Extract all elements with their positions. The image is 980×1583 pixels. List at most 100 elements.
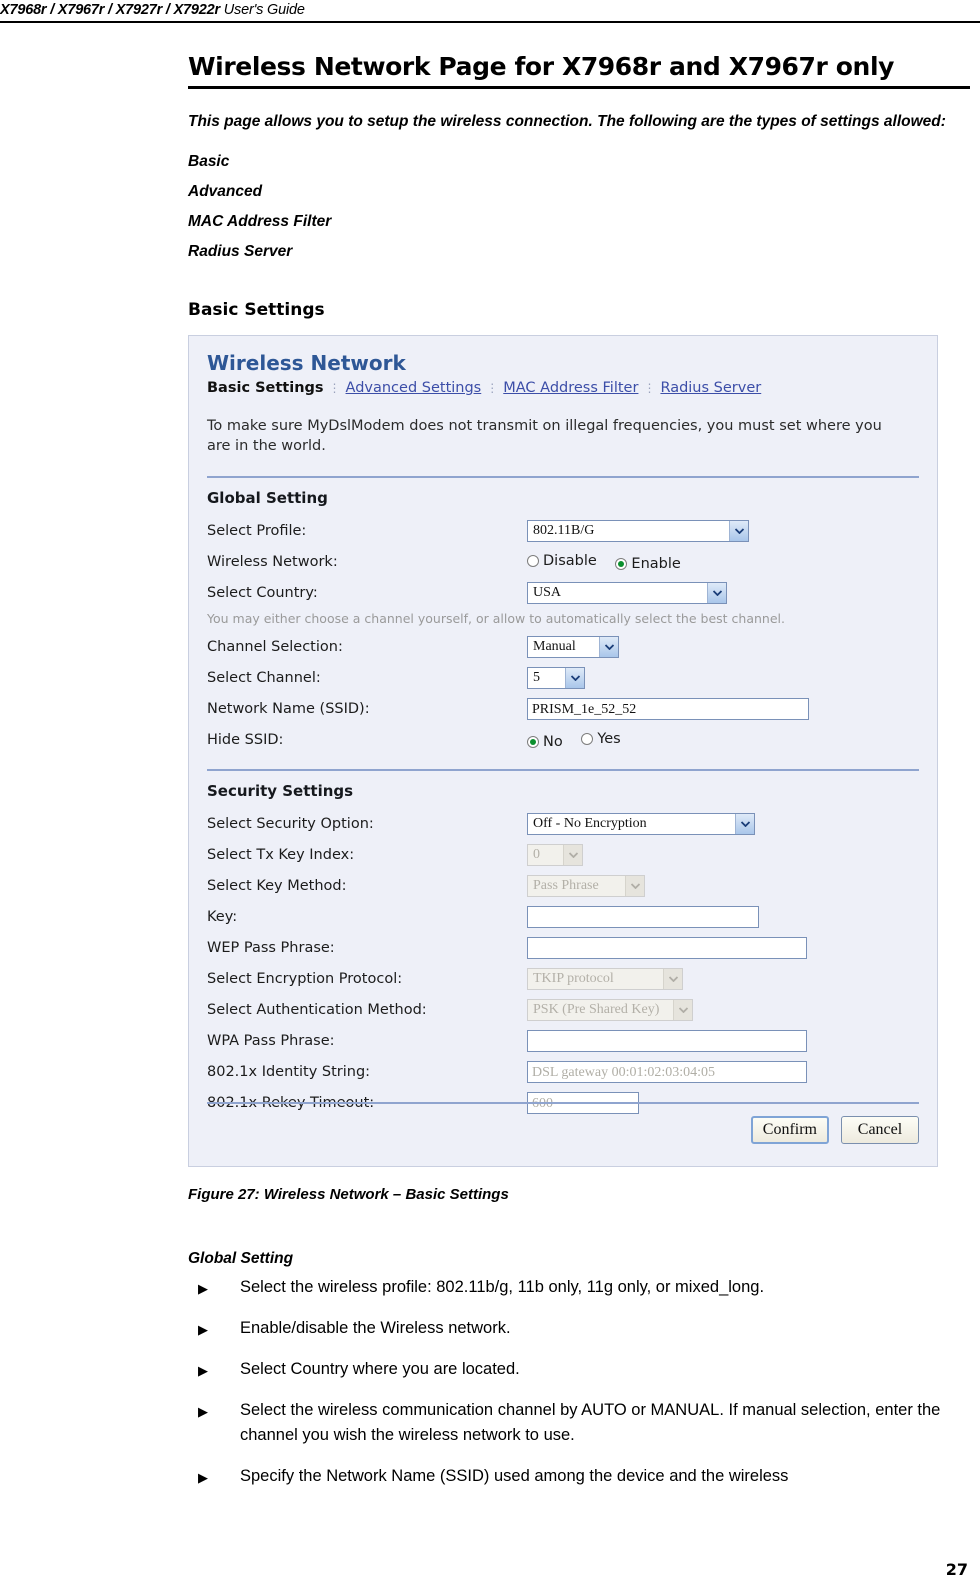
label-select-tx-key-index: Select Tx Key Index: [207, 847, 355, 863]
select-channel-dropdown[interactable]: 5 [527, 667, 585, 689]
label-key: Key: [207, 909, 238, 925]
router-screenshot-figure: Wireless Network Basic Settings ⋮ Advanced… [188, 335, 938, 1167]
select-key-method-value: Pass Phrase [533, 878, 599, 893]
cancel-button[interactable]: Cancel [841, 1116, 919, 1144]
figure-caption: Figure 27: Wireless Network – Basic Sett… [188, 1186, 509, 1203]
select-security-option-value: Off - No Encryption [533, 816, 647, 831]
select-encryption-protocol-dropdown[interactable]: TKIP protocol [527, 968, 683, 990]
radio-hide-ssid-no-label: No [543, 733, 563, 750]
header-divider [0, 21, 980, 23]
field-row-select-channel: Select Channel: 5 [207, 663, 919, 693]
settings-type-item: Advanced [188, 183, 263, 200]
select-encryption-protocol-value: TKIP protocol [533, 971, 614, 986]
chevron-down-icon [599, 637, 618, 657]
tab-separator-icon: ⋮ [486, 381, 499, 395]
field-row-key-method: Select Key Method: Pass Phrase [207, 871, 919, 901]
identity-string-input[interactable]: DSL gateway 00:01:02:03:04:05 [527, 1061, 807, 1083]
field-row-authentication-method: Select Authentication Method: PSK (Pre S… [207, 995, 919, 1025]
list-item: ▶ Specify the Network Name (SSID) used am… [188, 1464, 970, 1489]
radio-wireless-disable-label: Disable [543, 552, 597, 569]
section-heading-basic-settings: Basic Settings [188, 300, 325, 320]
radio-hide-ssid-yes-label: Yes [597, 730, 621, 747]
chevron-down-icon [729, 521, 748, 541]
bullet-arrow-icon: ▶ [198, 1470, 208, 1485]
security-settings-heading: Security Settings [207, 782, 354, 800]
tab-separator-icon: ⋮ [643, 381, 656, 395]
field-row-wireless-network: Wireless Network: Disable Enable [207, 547, 919, 577]
intro-paragraph: This page allows you to setup the wirele… [188, 113, 946, 130]
tab-mac-address-filter[interactable]: MAC Address Filter [503, 380, 638, 396]
select-country-value: USA [533, 585, 562, 600]
label-hide-ssid: Hide SSID: [207, 732, 284, 748]
channel-selection-value: Manual [533, 639, 576, 654]
running-header-text: X7968r / X7967r / X7927r / X7922r User's… [0, 2, 980, 19]
bullet-arrow-icon: ▶ [198, 1363, 208, 1378]
page-title: Wireless Network Page for X7968r and X79… [188, 52, 895, 81]
select-authentication-method-value: PSK (Pre Shared Key) [533, 1002, 660, 1017]
select-channel-value: 5 [533, 670, 540, 685]
field-row-wpa-pass-phrase: WPA Pass Phrase: [207, 1026, 919, 1056]
network-name-ssid-input[interactable]: PRISM_1e_52_52 [527, 698, 809, 720]
select-security-option-dropdown[interactable]: Off - No Encryption [527, 813, 755, 835]
select-profile-value: 802.11B/G [533, 523, 595, 538]
field-row-tx-key-index: Select Tx Key Index: 0 [207, 840, 919, 870]
radio-checked-icon [615, 557, 628, 570]
router-page-title: Wireless Network [207, 351, 406, 375]
radio-hide-ssid-no[interactable]: No [527, 732, 563, 752]
list-item-text: Enable/disable the Wireless network. [240, 1319, 511, 1337]
confirm-button[interactable]: Confirm [750, 1116, 829, 1144]
wep-pass-phrase-input[interactable] [527, 937, 807, 959]
field-row-wep-pass-phrase: WEP Pass Phrase: [207, 933, 919, 963]
field-row-network-name: Network Name (SSID): PRISM_1e_52_52 [207, 694, 919, 724]
radio-wireless-enable[interactable]: Enable [615, 554, 681, 574]
global-setting-heading: Global Setting [207, 489, 328, 507]
label-channel-selection: Channel Selection: [207, 639, 343, 655]
radio-hide-ssid-yes[interactable]: Yes [581, 729, 621, 749]
tab-radius-server[interactable]: Radius Server [660, 380, 761, 396]
label-wep-pass-phrase: WEP Pass Phrase: [207, 940, 335, 956]
chevron-down-icon [565, 668, 584, 688]
field-row-key: Key: [207, 902, 919, 932]
bullet-arrow-icon: ▶ [198, 1404, 208, 1419]
running-header-suffix: User's Guide [219, 2, 305, 18]
bullet-arrow-icon: ▶ [198, 1281, 208, 1296]
radio-wireless-disable[interactable]: Disable [527, 551, 597, 571]
chevron-down-icon [625, 876, 644, 896]
select-country-dropdown[interactable]: USA [527, 582, 727, 604]
page-number: 27 [945, 1560, 968, 1579]
settings-type-item: MAC Address Filter [188, 213, 332, 230]
label-select-channel: Select Channel: [207, 670, 321, 686]
page-running-header: X7968r / X7967r / X7927r / X7922r User's… [0, 2, 980, 23]
tab-basic-settings[interactable]: Basic Settings [207, 380, 324, 396]
field-row-encryption-protocol: Select Encryption Protocol: TKIP protoco… [207, 964, 919, 994]
label-network-name-ssid: Network Name (SSID): [207, 701, 370, 717]
title-divider [188, 86, 970, 89]
channel-selection-hint: You may either choose a channel yourself… [207, 611, 785, 626]
wpa-pass-phrase-input[interactable] [527, 1030, 807, 1052]
select-tx-key-index-dropdown[interactable]: 0 [527, 844, 583, 866]
select-authentication-method-dropdown[interactable]: PSK (Pre Shared Key) [527, 999, 693, 1021]
hide-ssid-radio-group: No Yes [527, 731, 635, 752]
label-8021x-identity-string: 802.1x Identity String: [207, 1064, 371, 1080]
footer-divider [207, 1102, 919, 1104]
list-item: ▶ Enable/disable the Wireless network. [188, 1316, 970, 1341]
bullet-arrow-icon: ▶ [198, 1322, 208, 1337]
global-setting-bullet-list: ▶ Select the wireless profile: 802.11b/g,… [188, 1275, 970, 1489]
field-row-channel-selection: Channel Selection: Manual [207, 632, 919, 662]
radio-wireless-enable-label: Enable [631, 555, 681, 572]
label-select-security-option: Select Security Option: [207, 816, 374, 832]
tab-advanced-settings[interactable]: Advanced Settings [346, 380, 482, 396]
radio-unchecked-icon [581, 732, 594, 745]
chevron-down-icon [673, 1000, 692, 1020]
list-item-text: Select the wireless communication channe… [240, 1401, 941, 1444]
channel-selection-dropdown[interactable]: Manual [527, 636, 619, 658]
select-profile-dropdown[interactable]: 802.11B/G [527, 520, 749, 542]
label-select-authentication-method: Select Authentication Method: [207, 1002, 427, 1018]
list-item: ▶ Select Country where you are located. [188, 1357, 970, 1382]
list-item-text: Specify the Network Name (SSID) used amo… [240, 1467, 789, 1485]
key-input[interactable] [527, 906, 759, 928]
chevron-down-icon [563, 845, 582, 865]
label-wpa-pass-phrase: WPA Pass Phrase: [207, 1033, 335, 1049]
security-settings-divider [207, 769, 919, 771]
select-key-method-dropdown[interactable]: Pass Phrase [527, 875, 645, 897]
